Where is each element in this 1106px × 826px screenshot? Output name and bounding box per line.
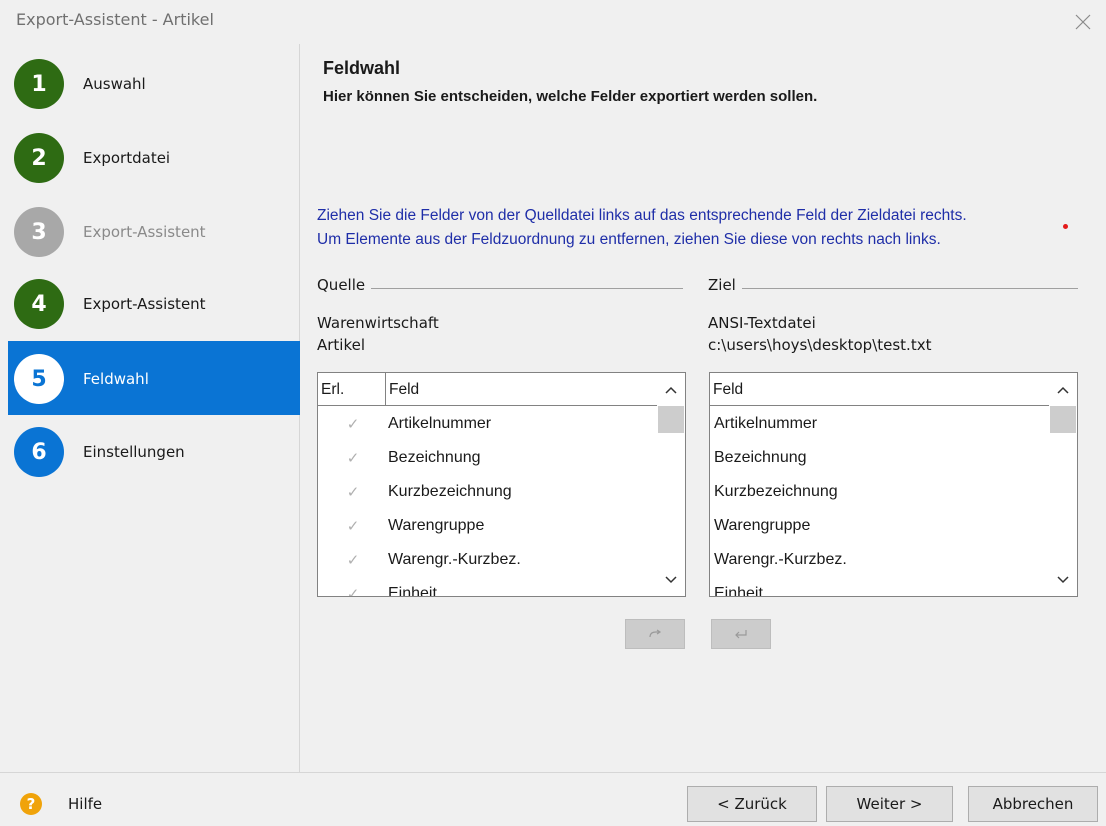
close-icon [1075, 14, 1091, 30]
step-number-badge: 5 [14, 354, 64, 404]
step-number-badge: 3 [14, 207, 64, 257]
field-name: Kurzbezeichnung [388, 483, 512, 500]
list-item[interactable]: Artikelnummer [710, 407, 817, 441]
target-path-label: c:\users\hoys\desktop\test.txt [708, 336, 932, 354]
step-export-assistent[interactable]: 4 Export-Assistent [8, 266, 300, 340]
check-icon: ✓ [346, 518, 360, 535]
target-heading-label: Ziel [708, 276, 736, 294]
list-header: Feld [710, 373, 1049, 406]
list-item[interactable]: ✓ Warengr.-Kurzbez. [318, 543, 521, 577]
field-name: Warengr.-Kurzbez. [714, 551, 847, 568]
scroll-up-button[interactable] [1049, 373, 1077, 406]
redo-arrow-icon [649, 629, 662, 638]
target-field-list[interactable]: Feld Artikelnummer Bezeichnung Kurzbezei… [709, 372, 1078, 597]
scroll-thumb[interactable] [1050, 406, 1076, 433]
column-header-feld[interactable]: Feld [710, 373, 1049, 406]
list-item[interactable]: Einheit [710, 577, 763, 597]
step-label: Export-Assistent [83, 223, 206, 241]
field-name: Einheit [714, 585, 763, 597]
instruction-line: Ziehen Sie die Felder von der Quelldatei… [317, 207, 967, 224]
chevron-down-icon [1057, 575, 1069, 583]
field-name: Warengr.-Kurzbez. [388, 551, 521, 568]
list-item[interactable]: Warengr.-Kurzbez. [710, 543, 847, 577]
target-format-label: ANSI-Textdatei [708, 314, 816, 332]
check-icon: ✓ [346, 416, 360, 433]
field-name: Warengruppe [714, 517, 811, 534]
help-icon[interactable]: ? [20, 793, 42, 815]
close-button[interactable] [1060, 0, 1106, 44]
list-item[interactable]: ✓ Warengruppe [318, 509, 485, 543]
column-header-feld[interactable]: Feld [386, 373, 657, 406]
red-dot-marker [1063, 224, 1068, 229]
back-button[interactable]: < Zurück [687, 786, 817, 822]
target-group-heading: Ziel [708, 276, 1078, 294]
source-heading-label: Quelle [317, 276, 366, 294]
list-item[interactable]: Kurzbezeichnung [710, 475, 838, 509]
field-name: Warengruppe [388, 517, 485, 534]
source-database-label: Warenwirtschaft [317, 314, 439, 332]
check-icon: ✓ [346, 586, 360, 597]
vertical-scrollbar[interactable] [1049, 373, 1077, 596]
divider [741, 287, 1078, 289]
step-label: Auswahl [83, 75, 146, 93]
step-number-badge: 6 [14, 427, 64, 477]
list-item[interactable]: ✓ Bezeichnung [318, 441, 481, 475]
cancel-button[interactable]: Abbrechen [968, 786, 1098, 822]
vertical-scrollbar[interactable] [657, 373, 685, 596]
step-export-assistent-disabled: 3 Export-Assistent [8, 194, 300, 268]
next-button[interactable]: Weiter > [826, 786, 953, 822]
list-item[interactable]: ✓ Artikelnummer [318, 407, 491, 441]
check-icon: ✓ [346, 552, 360, 569]
field-name: Bezeichnung [388, 449, 481, 466]
chevron-up-icon [1057, 386, 1069, 394]
instructions: Ziehen Sie die Felder von der Quelldatei… [317, 204, 967, 252]
scroll-up-button[interactable] [657, 373, 685, 406]
list-item[interactable]: ✓ Einheit [318, 577, 437, 597]
step-label: Export-Assistent [83, 295, 206, 313]
field-name: Artikelnummer [388, 415, 492, 432]
assign-field-button[interactable] [625, 619, 685, 649]
source-group-heading: Quelle [317, 276, 684, 294]
source-table-label: Artikel [317, 336, 366, 354]
chevron-down-icon [665, 575, 677, 583]
field-name: Bezeichnung [714, 449, 807, 466]
step-feldwahl[interactable]: 5 Feldwahl [8, 341, 300, 415]
divider [371, 287, 684, 289]
list-item[interactable]: Bezeichnung [710, 441, 807, 475]
instruction-line: Um Elemente aus der Feldzuordnung zu ent… [317, 231, 941, 248]
field-name: Einheit [388, 585, 437, 597]
footer-bar: ? Hilfe < Zurück Weiter > Abbrechen [0, 772, 1106, 826]
list-header: Erl. Feld [318, 373, 657, 406]
step-label: Exportdatei [83, 149, 171, 167]
column-header-erl[interactable]: Erl. [318, 373, 386, 406]
window-title: Export-Assistent - Artikel [16, 10, 214, 29]
step-number-badge: 4 [14, 279, 64, 329]
list-item[interactable]: Warengruppe [710, 509, 810, 543]
step-label: Feldwahl [83, 370, 149, 388]
field-name: Kurzbezeichnung [714, 483, 838, 500]
field-name: Artikelnummer [714, 415, 818, 432]
title-bar: Export-Assistent - Artikel [0, 0, 1106, 44]
scroll-down-button[interactable] [1049, 563, 1077, 596]
source-field-list[interactable]: Erl. Feld ✓ Artikelnummer ✓ Bezeichnung ✓ K… [317, 372, 686, 597]
step-einstellungen[interactable]: 6 Einstellungen [8, 414, 300, 488]
step-label: Einstellungen [83, 443, 185, 461]
main-panel: Feldwahl Hier können Sie entscheiden, we… [301, 44, 1106, 772]
check-icon: ✓ [346, 450, 360, 467]
chevron-up-icon [665, 386, 677, 394]
step-exportdatei[interactable]: 2 Exportdatei [8, 120, 300, 194]
step-number-badge: 1 [14, 59, 64, 109]
scroll-thumb[interactable] [658, 406, 684, 433]
help-link[interactable]: Hilfe [68, 795, 102, 813]
check-icon: ✓ [346, 484, 360, 501]
page-subtitle: Hier können Sie entscheiden, welche Feld… [323, 88, 818, 105]
step-auswahl[interactable]: 1 Auswahl [8, 46, 300, 120]
page-title: Feldwahl [323, 58, 401, 78]
return-arrow-icon [735, 630, 747, 639]
wizard-steps-sidebar: 1 Auswahl 2 Exportdatei 3 Export-Assiste… [8, 44, 300, 772]
list-item[interactable]: ✓ Kurzbezeichnung [318, 475, 512, 509]
scroll-down-button[interactable] [657, 563, 685, 596]
step-number-badge: 2 [14, 133, 64, 183]
remove-field-button[interactable] [711, 619, 771, 649]
